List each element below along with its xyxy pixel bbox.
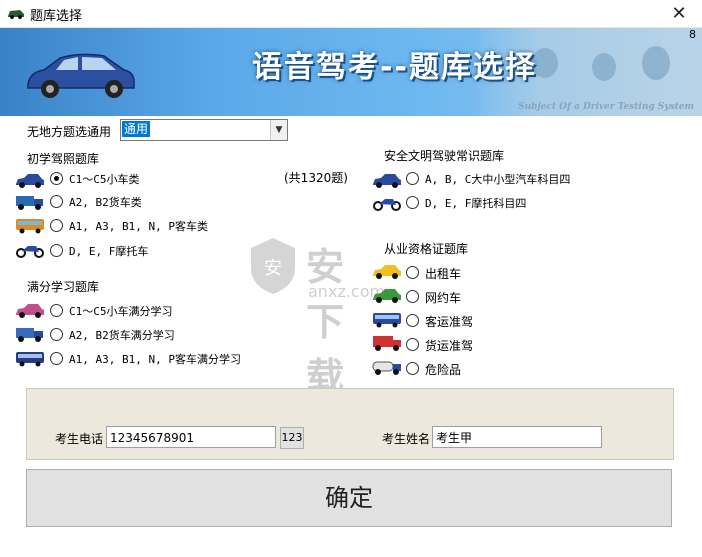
photo-figure (592, 53, 616, 81)
phone-input[interactable]: 12345678901 (106, 426, 276, 448)
radio-safety-car[interactable] (406, 172, 419, 185)
shield-icon: 安 (251, 238, 295, 294)
bus-icon (373, 313, 401, 328)
qualification-heading: 从业资格证题库 (384, 242, 469, 256)
region-select[interactable]: 通用 ▼ (120, 119, 288, 141)
banner-headline: 语音驾考--题库选择 (252, 50, 537, 85)
radio-fullscore-bus[interactable] (50, 352, 63, 365)
banner-subtitle: Subject Of a Driver Testing System (518, 102, 694, 112)
photo-figure (642, 46, 670, 80)
chevron-down-icon[interactable]: ▼ (270, 120, 287, 140)
option-qualification-hazmat[interactable]: 危险品 (425, 361, 461, 378)
watermark-domain: anxz.com (308, 282, 386, 301)
car-icon (16, 174, 44, 188)
radio-beginner-car[interactable] (50, 172, 63, 185)
motorcycle-icon (16, 246, 44, 258)
radio-fullscore-car[interactable] (50, 304, 63, 317)
watermark: 安 安下载 anxz.com (248, 236, 385, 399)
option-safety-car[interactable]: A, B, C大中小型汽车科目四 (425, 171, 570, 187)
option-qualification-taxi[interactable]: 出租车 (425, 265, 461, 282)
option-fullscore-bus[interactable]: A1, A3, B1, N, P客车满分学习 (69, 351, 241, 367)
option-fullscore-car[interactable]: C1～C5小车满分学习 (69, 303, 173, 319)
option-beginner-motorcycle[interactable]: D, E, F摩托车 (69, 243, 148, 259)
bus-icon (16, 352, 44, 367)
radio-beginner-truck[interactable] (50, 195, 63, 208)
watermark-text: 安下载 (306, 245, 345, 399)
radio-qualification-freight[interactable] (406, 338, 419, 351)
fullscore-heading: 满分学习题库 (27, 280, 100, 294)
safety-heading: 安全文明驾驶常识题库 (384, 149, 505, 163)
truck-icon (16, 328, 43, 342)
option-fullscore-truck[interactable]: A2, B2货车满分学习 (69, 327, 175, 343)
car-icon (373, 174, 401, 188)
option-qualification-freight[interactable]: 货运准驾 (425, 337, 473, 354)
beginner-total: (共1320题) (284, 171, 348, 185)
phone-label: 考生电话 (55, 432, 104, 446)
tanker-icon (372, 361, 401, 375)
bus-icon (16, 219, 44, 234)
option-safety-motorcycle[interactable]: D, E, F摩托科目四 (425, 195, 526, 211)
radio-beginner-bus[interactable] (50, 219, 63, 232)
car-app-icon (8, 10, 24, 19)
truck-icon (373, 336, 401, 351)
title-bar: 题库选择 ✕ (0, 0, 702, 28)
beginner-heading: 初学驾照题库 (27, 152, 100, 166)
option-qualification-passenger[interactable]: 客运准驾 (425, 313, 473, 330)
option-qualification-rideshare[interactable]: 网约车 (425, 289, 461, 306)
radio-beginner-motorcycle[interactable] (50, 244, 63, 257)
close-icon[interactable]: ✕ (656, 0, 702, 27)
window-title: 题库选择 (30, 9, 83, 24)
candidate-panel: 考生电话 12345678901 123 考生姓名 考生甲 (26, 388, 674, 460)
car-icon (27, 53, 135, 98)
name-label: 考生姓名 (382, 432, 431, 446)
confirm-button[interactable]: 确定 (26, 469, 672, 527)
radio-qualification-taxi[interactable] (406, 266, 419, 279)
svg-text:安: 安 (264, 258, 282, 279)
name-input[interactable]: 考生甲 (432, 426, 602, 448)
corner-number: 8 (689, 28, 696, 41)
region-selected-value: 通用 (122, 121, 151, 137)
radio-qualification-hazmat[interactable] (406, 362, 419, 375)
radio-fullscore-truck[interactable] (50, 328, 63, 341)
truck-icon (16, 196, 43, 210)
option-beginner-bus[interactable]: A1, A3, B1, N, P客车类 (69, 218, 208, 234)
region-label: 无地方题选通用 (27, 125, 112, 139)
option-beginner-car[interactable]: C1～C5小车类 (69, 171, 140, 187)
taxi-icon (373, 265, 401, 279)
banner: 8 语音驾考--题库选择 Subject Of a Driver Testing… (0, 28, 702, 116)
keypad-button[interactable]: 123 (280, 427, 304, 449)
motorcycle-icon (373, 199, 401, 211)
car-icon (16, 304, 44, 318)
radio-qualification-rideshare[interactable] (406, 290, 419, 303)
radio-safety-motorcycle[interactable] (406, 196, 419, 209)
radio-qualification-passenger[interactable] (406, 314, 419, 327)
option-beginner-truck[interactable]: A2, B2货车类 (69, 194, 142, 210)
